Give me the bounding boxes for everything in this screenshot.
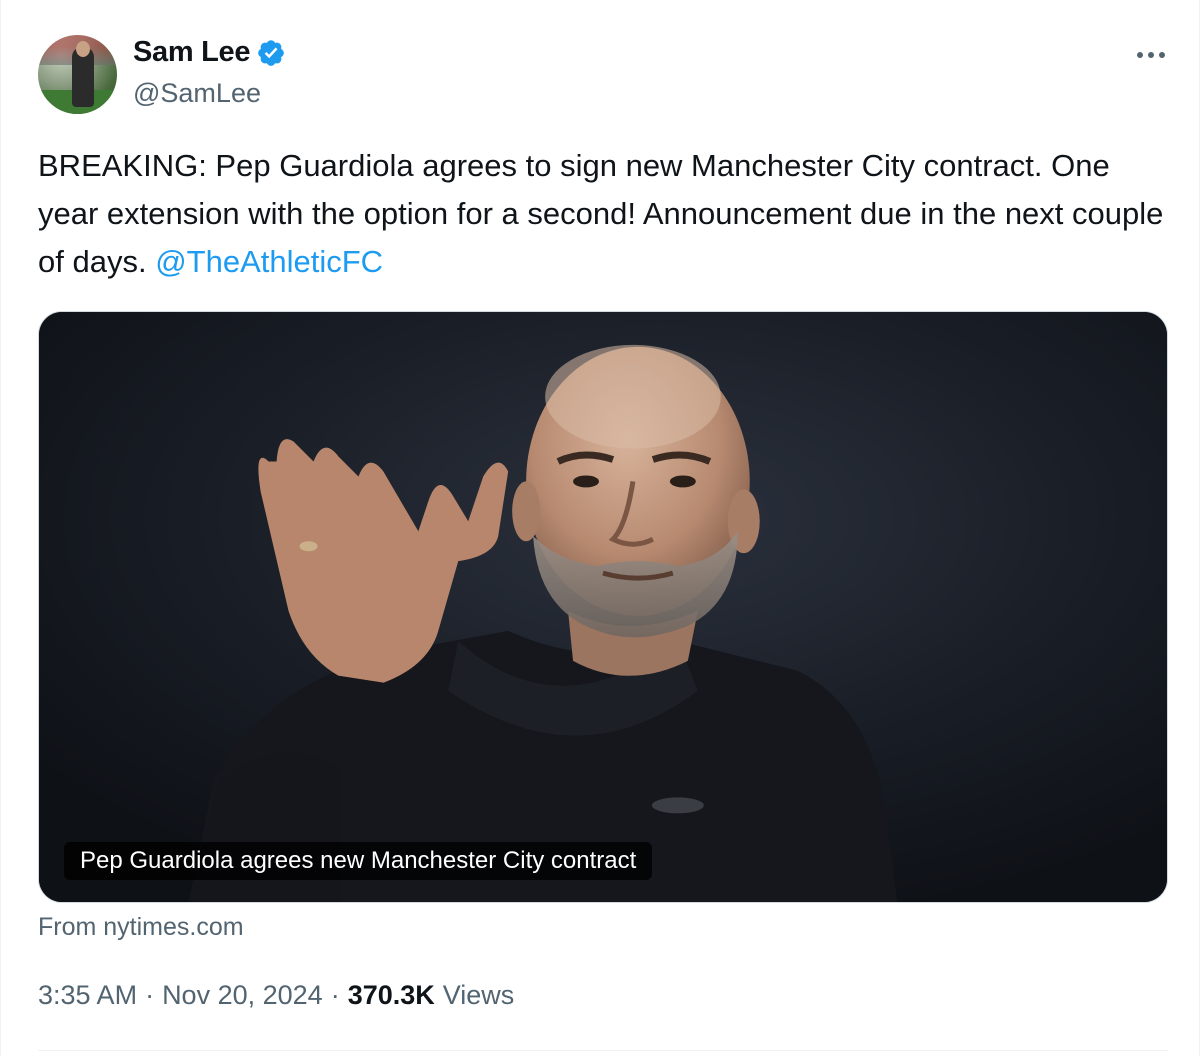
link-card[interactable]: Pep Guardiola agrees new Manchester City… bbox=[38, 311, 1168, 903]
tweet-meta: 3:35 AM · Nov 20, 2024 · 370.3K Views bbox=[38, 980, 514, 1011]
display-name[interactable]: Sam Lee bbox=[133, 36, 250, 69]
tweet-date[interactable]: Nov 20, 2024 bbox=[162, 980, 323, 1011]
views-count: 370.3K bbox=[347, 980, 435, 1010]
dot bbox=[1159, 52, 1165, 58]
tweet-container: Sam Lee @SamLee BREAKING: Pep Guardiola … bbox=[0, 0, 1200, 1056]
card-caption: Pep Guardiola agrees new Manchester City… bbox=[64, 842, 653, 880]
author-name-row: Sam Lee bbox=[133, 36, 286, 69]
avatar-head bbox=[76, 41, 90, 57]
tweet-text: BREAKING: Pep Guardiola agrees to sign n… bbox=[38, 142, 1168, 286]
author-handle[interactable]: @SamLee bbox=[133, 78, 261, 109]
avatar[interactable] bbox=[38, 35, 117, 114]
dot bbox=[1137, 52, 1143, 58]
tweet-time[interactable]: 3:35 AM bbox=[38, 980, 137, 1011]
card-photo bbox=[39, 312, 1167, 902]
meta-separator: · bbox=[330, 980, 340, 1010]
mention-link[interactable]: @TheAthleticFC bbox=[155, 244, 383, 279]
more-options-icon[interactable] bbox=[1129, 40, 1173, 70]
verified-badge-icon[interactable] bbox=[256, 38, 286, 68]
views-label: Views bbox=[442, 980, 515, 1010]
dot bbox=[1148, 52, 1154, 58]
divider bbox=[38, 1050, 1168, 1051]
meta-separator: · bbox=[145, 980, 155, 1010]
card-source[interactable]: From nytimes.com bbox=[38, 913, 244, 942]
